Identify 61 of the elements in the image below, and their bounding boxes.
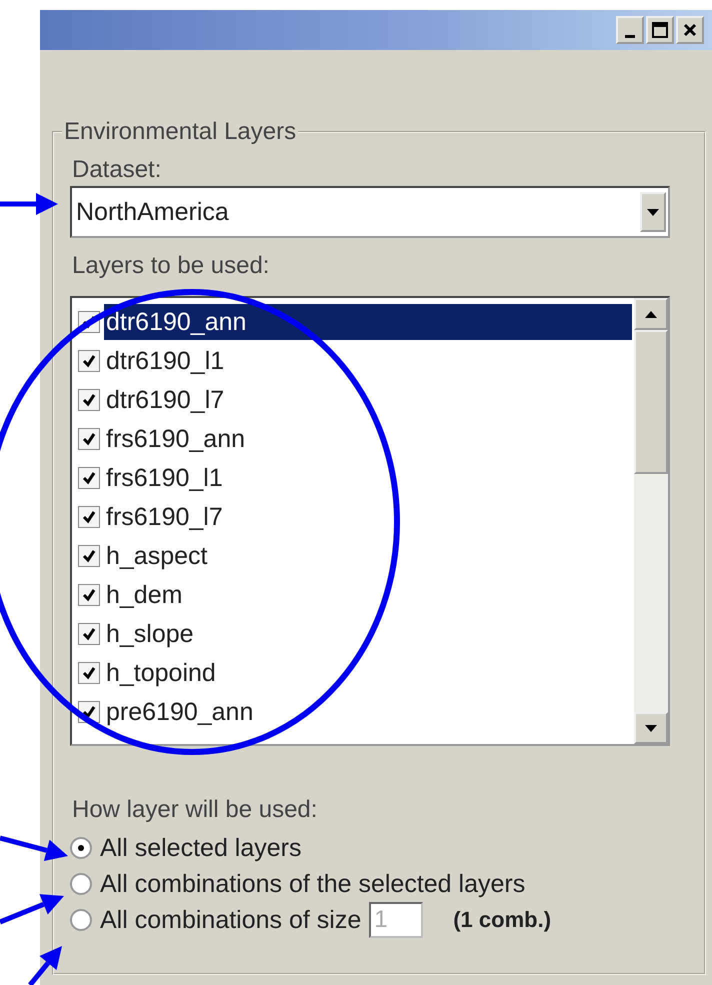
check-icon [82,588,96,602]
down-arrow-icon [645,724,657,732]
list-item[interactable]: dtr6190_l1 [104,342,632,378]
radio-dot-icon [78,845,84,851]
up-arrow-icon [645,310,657,318]
minimize-button[interactable] [616,16,644,44]
list-item[interactable]: frs6190_l1 [104,460,632,496]
dropdown-button[interactable] [640,192,666,232]
close-icon [683,23,697,37]
radio-label: All selected layers [100,834,302,862]
scroll-up-button[interactable] [634,298,668,330]
field-label: Layers to be used: [72,252,270,280]
list-item[interactable]: h_topoind [104,654,632,690]
field-label: Dataset: [72,156,162,184]
maximize-button[interactable] [646,16,674,44]
radio-button[interactable] [70,909,92,931]
checkbox[interactable] [78,466,100,488]
group-title: Environmental Layers [63,118,298,146]
radio-label: All combinations of size [100,906,362,934]
dataset-dropdown[interactable]: NorthAmerica [70,186,670,238]
maximize-icon [652,22,668,38]
list-item[interactable]: h_slope [104,616,632,652]
list-item[interactable]: dtr6190_l7 [104,382,632,418]
checkbox[interactable] [78,388,100,410]
check-icon [82,626,96,640]
list-item[interactable]: h_dem [104,576,632,612]
list-item[interactable]: pre6190_ann [104,694,632,730]
annotation-arrow [0,836,68,861]
radio-button[interactable] [70,837,92,859]
checkbox[interactable] [78,544,100,566]
field-label: How layer will be used: [72,796,318,824]
radio-button[interactable] [70,873,92,895]
check-icon [82,314,96,328]
list-item[interactable]: frs6190_ann [104,420,632,456]
annotation-arrow [28,946,62,985]
check-icon [82,392,96,406]
check-icon [82,470,96,484]
checkbox[interactable] [78,506,100,528]
checkbox[interactable] [78,428,100,450]
checkbox[interactable] [78,622,100,644]
check-icon [82,704,96,718]
check-icon [82,510,96,524]
check-icon [82,354,96,368]
checkbox[interactable] [78,662,100,684]
list-item[interactable]: dtr6190_ann [104,304,632,340]
scroll-down-button[interactable] [634,712,668,744]
annotation-arrow [0,894,64,924]
check-icon [82,666,96,680]
radio-label: All combinations of the selected layers [100,870,526,898]
annotation-arrow [0,193,58,215]
check-icon [82,432,96,446]
check-icon [82,548,96,562]
minimize-icon [625,34,635,38]
checkbox[interactable] [78,350,100,372]
combination-count: (1 comb.) [453,907,552,933]
caret-icon [647,208,659,216]
close-button[interactable] [676,16,704,44]
checkbox[interactable] [78,584,100,606]
list-item[interactable]: h_aspect [104,538,632,574]
scrollbar-thumb[interactable] [634,330,668,474]
list-item[interactable]: frs6190_l7 [104,498,632,534]
